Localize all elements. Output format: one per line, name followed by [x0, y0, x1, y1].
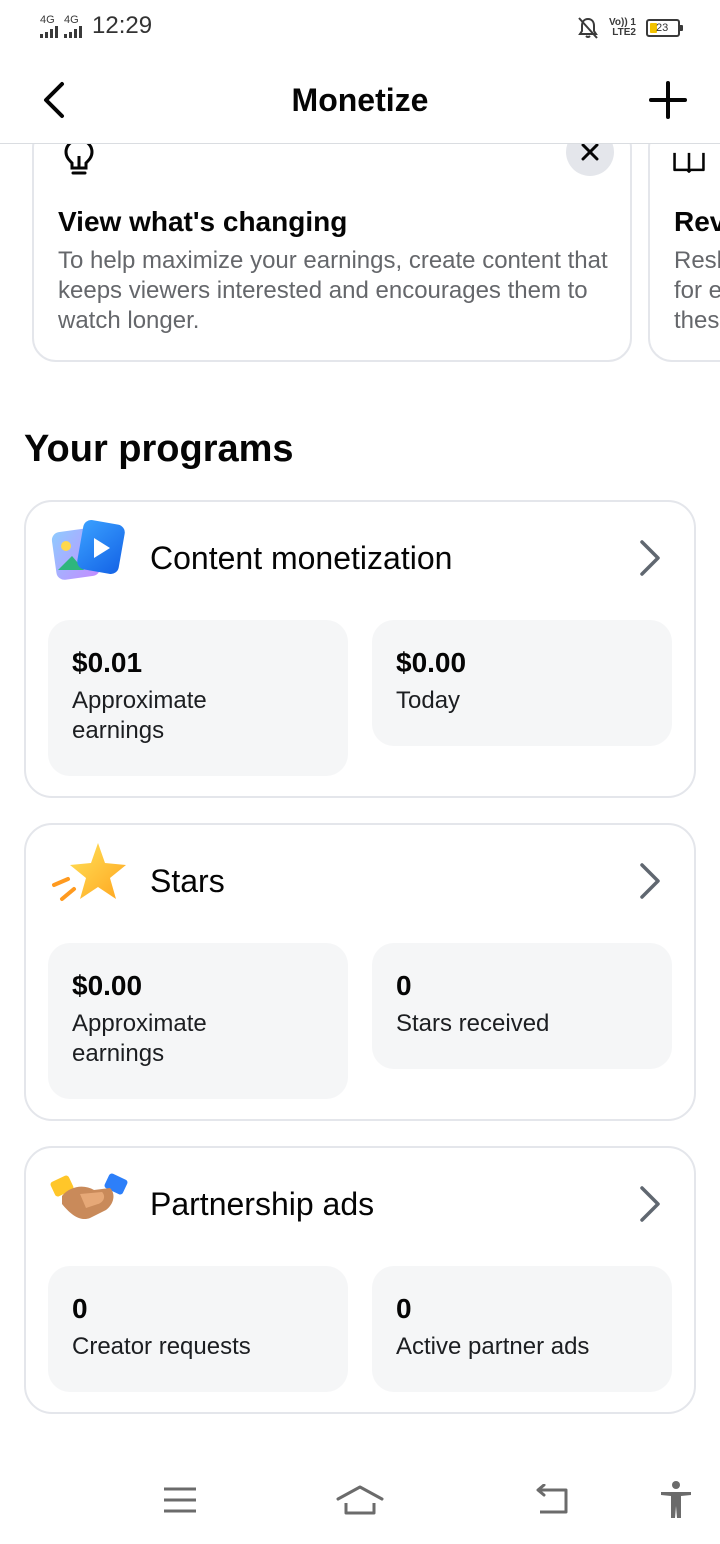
stat-value: 0 [396, 1293, 412, 1324]
stat-value: 0 [72, 1293, 88, 1324]
signal-1: 4G [40, 13, 58, 38]
system-navigation-bar [0, 1460, 720, 1544]
program-title: Stars [150, 863, 225, 899]
program-card-partnership-ads[interactable]: Partnership ads 0 Creator requests 0 Act… [24, 1146, 696, 1414]
battery-icon: 23 [646, 19, 683, 37]
tips-carousel[interactable]: View what's changing To help maximize yo… [0, 144, 720, 374]
stat-label: Active partner ads [396, 1333, 590, 1360]
star-icon [52, 843, 126, 901]
stat-stars-received: 0 Stars received [372, 943, 672, 1069]
lightbulb-icon [64, 144, 94, 175]
clock: 12:29 [92, 12, 153, 39]
back-button[interactable] [524, 1478, 576, 1522]
back-icon [536, 1484, 568, 1514]
book-icon [673, 152, 705, 173]
signal-2-label: 4G [64, 13, 79, 26]
program-card-content-monetization[interactable]: Content monetization $0.01 Approximate e… [24, 500, 696, 798]
plus-icon[interactable] [648, 80, 688, 120]
stat-value: $0.01 [72, 647, 143, 678]
accessibility-button[interactable] [650, 1478, 702, 1522]
home-icon [336, 1485, 384, 1515]
content-monetization-icon [51, 520, 125, 580]
tip-body-line: thes [674, 307, 720, 334]
stat-value: 0 [396, 970, 412, 1001]
volte-line-2: LTE2 [612, 27, 636, 38]
status-bar: 4G 4G 12:29 Vo)) 1 LTE2 23 [0, 0, 720, 56]
battery-level: 23 [656, 21, 669, 34]
accessibility-icon [661, 1481, 691, 1518]
stat-approximate-earnings: $0.00 Approximate earnings [48, 943, 348, 1099]
signal-bars-icon [40, 25, 58, 38]
handshake-icon [50, 1173, 128, 1220]
program-card-stars[interactable]: Stars $0.00 Approximate earnings 0 Stars… [24, 823, 696, 1121]
tip-body-line: for e [674, 277, 720, 304]
tip-card[interactable]: Rev Resh for e thes [648, 144, 720, 362]
stat-value: $0.00 [72, 970, 143, 1001]
menu-button[interactable] [154, 1478, 206, 1522]
stat-label: Stars received [396, 1010, 550, 1037]
signal-bars-icon [64, 25, 82, 38]
tip-body: To help maximize your earnings, create c… [58, 247, 608, 334]
stat-today: $0.00 Today [372, 620, 672, 746]
tip-title: View what's changing [58, 206, 348, 237]
stat-label: Approximate earnings [72, 1010, 207, 1067]
close-icon [581, 144, 599, 161]
stat-label: Creator requests [72, 1333, 251, 1360]
signal-1-label: 4G [40, 13, 55, 26]
chevron-right-icon[interactable] [638, 538, 662, 578]
volte-indicator: Vo)) 1 LTE2 [609, 18, 636, 38]
section-title: Your programs [24, 428, 294, 470]
home-button[interactable] [334, 1478, 386, 1522]
program-title: Content monetization [150, 540, 453, 576]
stat-value: $0.00 [396, 647, 467, 678]
chevron-right-icon[interactable] [638, 861, 662, 901]
stat-label: Approximate earnings [72, 687, 207, 744]
close-button[interactable] [566, 144, 614, 176]
stat-label: Today [396, 687, 461, 714]
stat-active-partner-ads: 0 Active partner ads [372, 1266, 672, 1392]
tip-card[interactable]: View what's changing To help maximize yo… [32, 144, 632, 362]
program-title: Partnership ads [150, 1186, 375, 1222]
status-bar-left: 4G 4G 12:29 [40, 12, 152, 40]
status-bar-right: Vo)) 1 LTE2 23 [577, 16, 683, 40]
page-title: Monetize [291, 82, 429, 118]
tip-title: Rev [674, 206, 720, 237]
app-header: Monetize [0, 56, 720, 144]
signal-2: 4G [64, 13, 82, 38]
notifications-off-icon [578, 17, 598, 39]
chevron-right-icon[interactable] [638, 1184, 662, 1224]
tip-body: Resh for e thes [674, 246, 720, 336]
stat-creator-requests: 0 Creator requests [48, 1266, 348, 1392]
menu-icon [164, 1487, 196, 1513]
tip-body-line: Resh [674, 247, 720, 274]
stat-approximate-earnings: $0.01 Approximate earnings [48, 620, 348, 776]
